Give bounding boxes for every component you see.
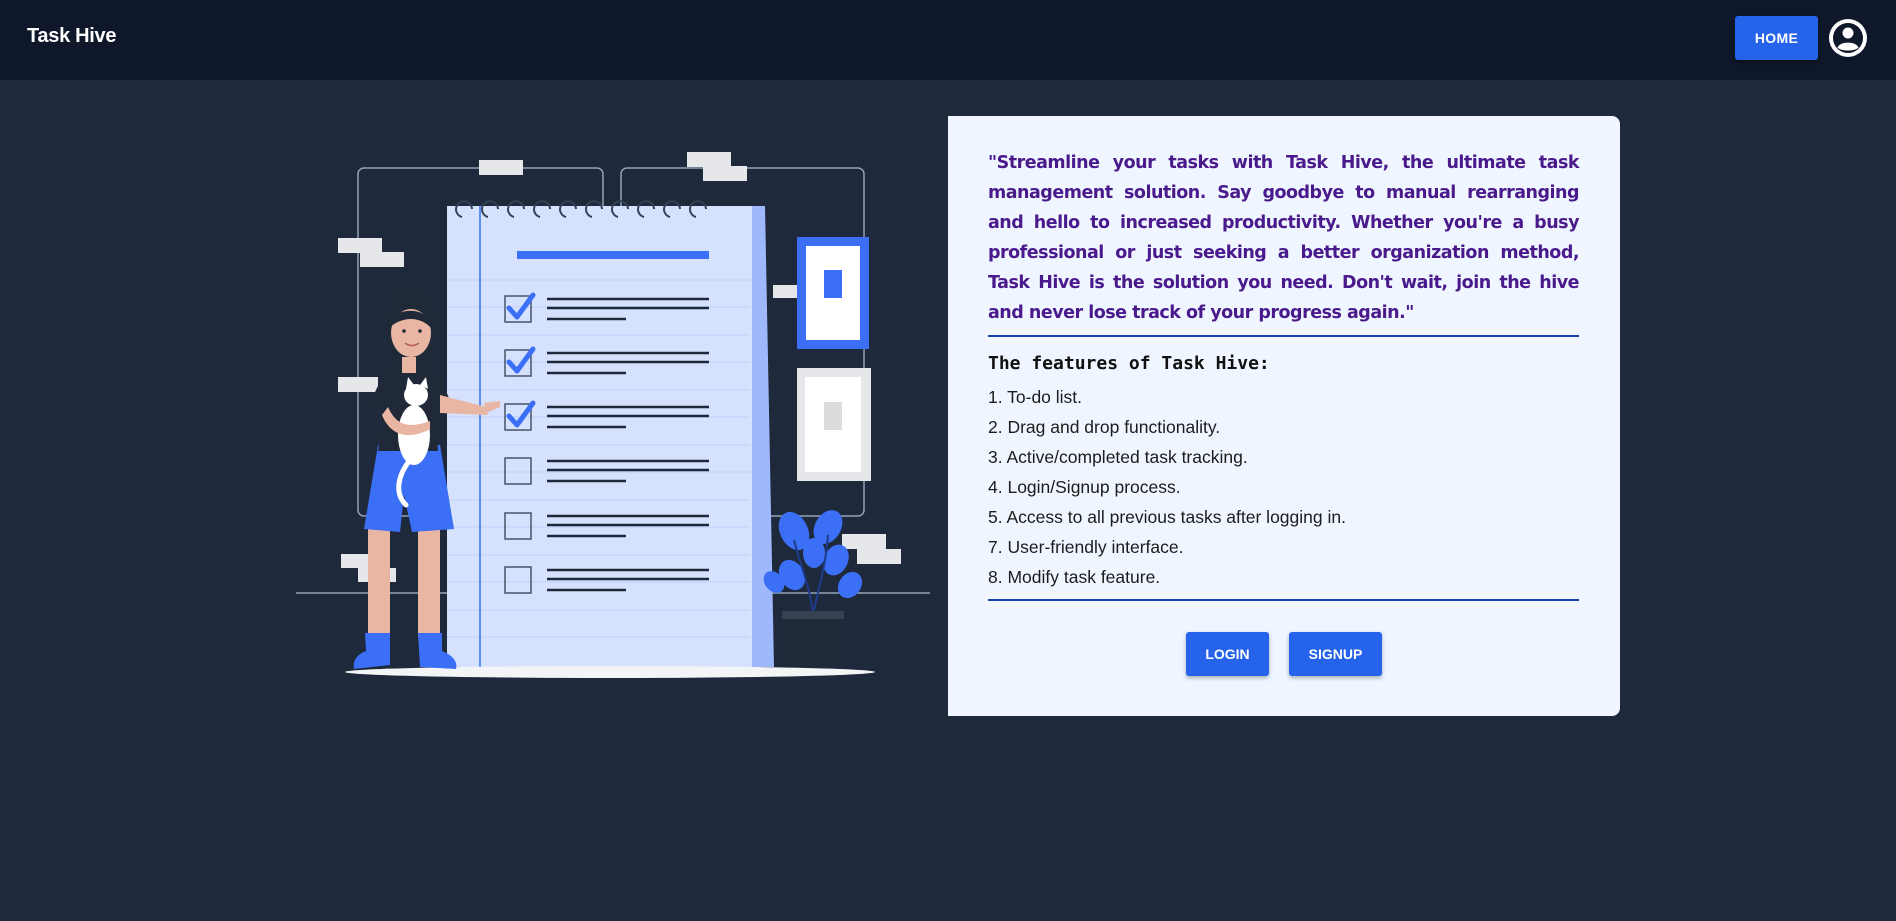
navbar: Task Hive HOME — [0, 0, 1896, 80]
features-title: The features of Task Hive: — [988, 353, 1270, 374]
account-circle-icon[interactable] — [1827, 17, 1869, 59]
feature-item: 4. Login/Signup process. — [988, 477, 1181, 497]
feature-item: 1. To-do list. — [988, 387, 1083, 407]
home-button[interactable]: HOME — [1735, 16, 1818, 60]
feature-item: 7. User-friendly interface. — [988, 537, 1184, 557]
features-list: 1. To-do list. 2. Drag and drop function… — [988, 382, 1346, 592]
brand-title[interactable]: Task Hive — [27, 25, 117, 48]
signup-button[interactable]: SIGNUP — [1289, 632, 1382, 676]
login-button[interactable]: LOGIN — [1186, 632, 1269, 676]
feature-item: 2. Drag and drop functionality. — [988, 417, 1221, 437]
feature-item: 5. Access to all previous tasks after lo… — [988, 507, 1346, 527]
feature-item: 8. Modify task feature. — [988, 567, 1161, 587]
intro-card: "Streamline your tasks with Task Hive, t… — [948, 116, 1620, 716]
feature-item: 3. Active/completed task tracking. — [988, 447, 1248, 467]
bottom-divider — [988, 599, 1579, 601]
intro-quote: "Streamline your tasks with Task Hive, t… — [988, 153, 1580, 323]
top-divider — [988, 335, 1579, 337]
checklist-illustration — [290, 145, 940, 685]
